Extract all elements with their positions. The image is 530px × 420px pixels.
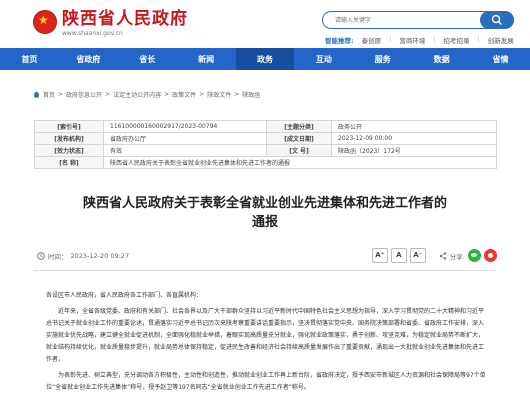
paragraph: 近年来，全省各级党委、政府和有关部门、社会各界以及广大干部群众坚持以习近平新时代… <box>46 308 485 363</box>
issuer-label: [发布机构] <box>34 132 104 145</box>
nav-data[interactable]: 数据 <box>412 48 471 70</box>
publish-time: 时间： 2023-12-20 09:27 <box>37 251 129 261</box>
share-label: 分享: <box>449 252 465 261</box>
search-icon <box>491 14 502 25</box>
document-info-table: [索引号] 11610000016000291​7/2023-00794 [主题… <box>34 120 497 169</box>
smart-link[interactable]: 招考招录 <box>444 35 470 45</box>
time-value: 2023-12-20 09:27 <box>70 252 130 260</box>
government-emblem-icon <box>33 10 57 34</box>
breadcrumb-item[interactable]: 首页 <box>43 90 55 99</box>
nav-home[interactable]: 首页 <box>0 48 59 70</box>
docno-label: [文 号] <box>266 144 332 157</box>
smart-recommend: 智能推荐: 秦创原 | 营商环境 | 招考招录 | 创新发展 <box>325 35 514 45</box>
site-url: www.shaanxi.gov.cn <box>62 30 123 37</box>
status-label: [效力状态] <box>34 144 104 157</box>
time-label: 时间： <box>48 253 68 261</box>
font-size-default-button[interactable]: A <box>390 248 407 263</box>
weibo-share-icon[interactable] <box>484 249 497 262</box>
article-meta: 时间： 2023-12-20 09:27 A⁺ A A⁻ 分享: <box>34 246 497 266</box>
date-label: [成文日期] <box>266 132 332 145</box>
nav-news[interactable]: 新闻 <box>177 48 236 70</box>
search-button[interactable] <box>480 11 514 29</box>
breadcrumb-item[interactable]: 法定主动公开内容 <box>113 90 161 99</box>
name-value: 陕西省人民政府关于表彰全省就业创业先进集体和先进工作者的通报 <box>103 156 497 169</box>
font-size-decrease-button[interactable]: A⁻ <box>409 248 426 263</box>
site-name: 陕西省人民政府 <box>62 9 188 29</box>
smart-recommend-label: 智能推荐: <box>325 37 354 45</box>
article-title: 陕西省人民政府关于表彰全省就业创业先进集体和先进工作者的 通报 <box>40 194 490 232</box>
nav-government[interactable]: 省政府 <box>59 48 118 70</box>
smart-link[interactable]: 创新发展 <box>488 35 514 45</box>
docno-value: 陕政函〔2023〕172号 <box>331 144 497 157</box>
site-logo[interactable]: 陕西省人民政府 www.shaanxi.gov.cn <box>33 10 188 37</box>
nav-service[interactable]: 服务 <box>353 48 412 70</box>
nav-province[interactable]: 省情 <box>471 48 530 70</box>
date-value: 2023-12-09 00:00 <box>331 132 497 145</box>
clock-icon <box>37 252 45 260</box>
name-label: [名 称] <box>34 156 104 169</box>
index-value: 11610000016000291​7/2023-00794 <box>103 120 267 133</box>
share-icon <box>439 251 446 260</box>
share-group: 分享: <box>439 249 497 262</box>
search-input[interactable] <box>335 15 455 25</box>
category-label: [主题分类] <box>266 120 332 133</box>
breadcrumb-item[interactable]: 陕政文件 <box>207 90 231 99</box>
paragraph: 为表彰先进、树立典型，充分调动各方积极性，主动性和创造性，推动就业创业工作再上新… <box>46 372 486 391</box>
divider <box>34 270 497 271</box>
nav-governor[interactable]: 省长 <box>118 48 177 70</box>
font-size-increase-button[interactable]: A⁺ <box>371 248 388 263</box>
home-icon <box>33 91 40 98</box>
smart-link[interactable]: 秦创原 <box>362 35 382 45</box>
category-value: 政务公开 <box>331 120 497 133</box>
search-box <box>322 11 514 29</box>
article-tools: A⁺ A A⁻ 分享: <box>371 248 497 263</box>
issuer-value: 省政府办公厅 <box>103 132 267 145</box>
article-title-line: 陕西省人民政府关于表彰全省就业创业先进集体和先进工作者的 <box>82 196 447 211</box>
site-header: 陕西省人民政府 www.shaanxi.gov.cn 智能推荐: 秦创原 | 营… <box>0 0 530 48</box>
status-value: 有效 <box>103 144 267 157</box>
breadcrumb-item[interactable]: 陕政函 <box>242 90 260 99</box>
nav-interaction[interactable]: 互动 <box>294 48 353 70</box>
breadcrumb-item[interactable]: 政府信息公开 <box>66 90 102 99</box>
article-title-line: 通报 <box>251 215 278 230</box>
breadcrumb-item[interactable]: 政策文件 <box>172 90 196 99</box>
breadcrumb: 首页 > 政府信息公开 > 法定主动公开内容 > 政策文件 > 陕政文件 > 陕政函 <box>33 90 260 99</box>
index-label: [索引号] <box>34 120 104 133</box>
wechat-share-icon[interactable] <box>468 249 481 262</box>
smart-link[interactable]: 营商环境 <box>399 35 425 45</box>
article-body: 各设区市人民政府，省人民政府各工作部门、各直属机构： 近年来，全省各级党委、政府… <box>46 290 486 398</box>
salutation: 各设区市人民政府，省人民政府各工作部门、各直属机构： <box>46 292 203 299</box>
nav-affairs[interactable]: 政务 <box>235 48 295 70</box>
main-nav: 首页 省政府 省长 新闻 政务 互动 服务 数据 省情 <box>0 48 530 70</box>
